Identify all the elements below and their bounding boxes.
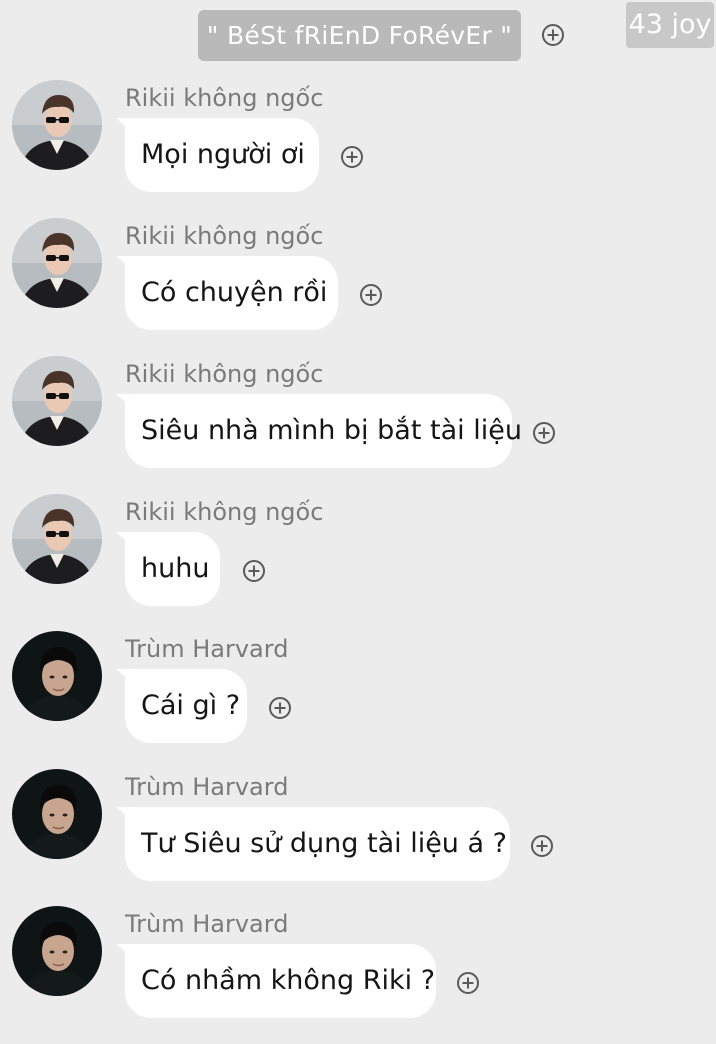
avatar[interactable]	[12, 906, 102, 996]
message-item: Trùm Harvard Cái gì ?	[0, 631, 716, 769]
message-item: Rikii không ngốc Có chuyện rồi	[0, 218, 716, 356]
avatar-rikii-image	[12, 218, 102, 308]
avatar-harvard-image	[12, 906, 102, 996]
avatar[interactable]	[12, 356, 102, 446]
avatar-harvard-image	[12, 631, 102, 721]
chat-header: " BéSt fRiEnD FoRévEr " 43 joy	[0, 0, 716, 70]
avatar[interactable]	[12, 769, 102, 859]
message-bubble[interactable]: huhu	[116, 532, 220, 606]
sender-name: Rikii không ngốc	[125, 84, 324, 112]
message-item: Rikii không ngốc Siêu nhà mình bị bắt tà…	[0, 356, 716, 494]
avatar-harvard-image	[12, 769, 102, 859]
add-reaction-icon[interactable]	[542, 24, 564, 46]
message-item: Rikii không ngốc Mọi người ơi	[0, 80, 716, 218]
sender-name: Rikii không ngốc	[125, 222, 324, 250]
avatar[interactable]	[12, 218, 102, 308]
sender-name: Trùm Harvard	[125, 773, 289, 801]
sender-name: Rikii không ngốc	[125, 360, 324, 388]
avatar[interactable]	[12, 631, 102, 721]
add-reaction-icon[interactable]	[243, 560, 265, 582]
avatar-rikii-image	[12, 356, 102, 446]
sender-name: Trùm Harvard	[125, 910, 289, 938]
message-item: Trùm Harvard Tư Siêu sử dụng tài liệu á …	[0, 769, 716, 907]
message-bubble[interactable]: Tư Siêu sử dụng tài liệu á ?	[116, 807, 510, 881]
message-item: Rikii không ngốc huhu	[0, 494, 716, 632]
sender-name: Rikii không ngốc	[125, 498, 324, 526]
message-bubble[interactable]: Có nhầm không Riki ?	[116, 944, 436, 1018]
message-bubble[interactable]: Có chuyện rồi	[116, 256, 338, 330]
add-reaction-icon[interactable]	[269, 697, 291, 719]
message-item: Trùm Harvard Có nhầm không Riki ?	[0, 906, 716, 1044]
message-bubble[interactable]: Cái gì ?	[116, 669, 247, 743]
avatar-rikii-image	[12, 494, 102, 584]
message-bubble[interactable]: Siêu nhà mình bị bắt tài liệu	[116, 394, 522, 468]
avatar-rikii-image	[12, 80, 102, 170]
avatar[interactable]	[12, 80, 102, 170]
message-bubble[interactable]: Mọi người ơi	[116, 118, 319, 192]
avatar[interactable]	[12, 494, 102, 584]
add-reaction-icon[interactable]	[341, 146, 363, 168]
add-reaction-icon[interactable]	[533, 422, 555, 444]
add-reaction-icon[interactable]	[457, 972, 479, 994]
sender-name: Trùm Harvard	[125, 635, 289, 663]
add-reaction-icon[interactable]	[360, 284, 382, 306]
add-reaction-icon[interactable]	[531, 835, 553, 857]
group-name-pill[interactable]: " BéSt fRiEnD FoRévEr "	[198, 10, 521, 61]
member-count-badge: 43 joy	[626, 2, 714, 48]
